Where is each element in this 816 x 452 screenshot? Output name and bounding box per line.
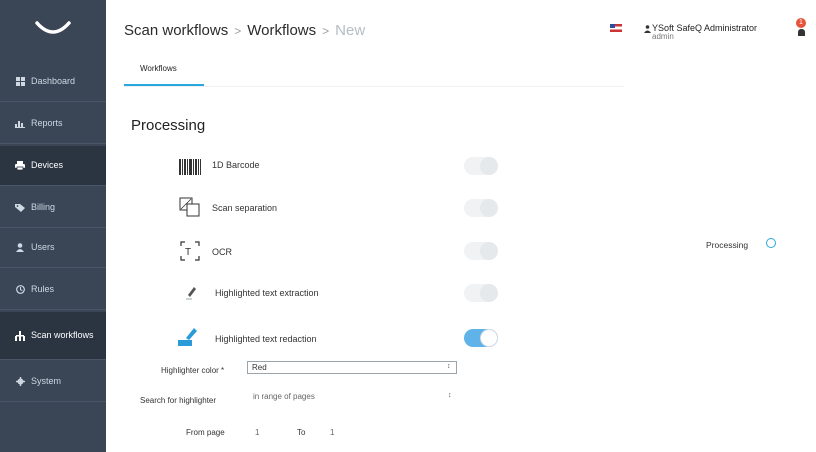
sidebar-item-reports[interactable]: Reports — [0, 104, 106, 144]
to-label: To — [297, 428, 306, 437]
breadcrumb-separator: > — [322, 24, 330, 38]
breadcrumb-workflows[interactable]: Workflows — [247, 22, 316, 39]
highlighter-extraction-icon — [178, 282, 202, 304]
sidebar-item-label: Dashboard — [31, 76, 76, 87]
barcode-icon — [178, 156, 202, 178]
scan-separation-toggle[interactable] — [464, 199, 498, 217]
tab-workflows[interactable]: Workflows — [140, 64, 177, 73]
chart-icon — [14, 119, 26, 128]
toggle-knob — [480, 157, 498, 175]
user-icon — [14, 243, 26, 252]
toggle-knob — [480, 284, 498, 302]
tag-icon — [14, 203, 26, 212]
highlighter-color-label: Highlighter color * — [161, 366, 225, 375]
highlighter-redaction-icon — [176, 326, 200, 348]
breadcrumb-new: New — [335, 22, 366, 39]
select-arrows-icon: ↕ — [447, 363, 451, 370]
sidebar: Dashboard Reports Devices Billing Users … — [0, 0, 106, 452]
tabbar-divider — [124, 86, 624, 87]
active-tab-underline — [124, 84, 204, 86]
clock-icon — [14, 285, 26, 294]
sidebar-item-label: Devices — [31, 160, 64, 171]
sidebar-item-scan-workflows[interactable]: Scan workflows — [0, 312, 106, 360]
sidebar-item-system[interactable]: System — [0, 362, 106, 402]
step-indicator-icon — [766, 238, 776, 248]
processing-row-label: Scan separation — [212, 203, 278, 213]
logo-icon — [35, 21, 71, 34]
section-title: Processing — [131, 117, 206, 134]
svg-text:T: T — [185, 247, 191, 258]
notification-badge: 1 — [796, 18, 806, 28]
breadcrumb-separator: > — [234, 24, 242, 38]
ysoft-logo[interactable] — [0, 0, 106, 62]
sidebar-item-rules[interactable]: Rules — [0, 270, 106, 310]
step-processing[interactable]: Processing — [706, 240, 748, 250]
search-for-highlighter-label: Search for highlighter — [140, 396, 217, 405]
toggle-knob — [480, 199, 498, 217]
highlighted-text-extraction-toggle[interactable] — [464, 284, 498, 302]
language-flag-icon[interactable] — [610, 24, 622, 32]
scan-workflows-icon — [14, 330, 26, 341]
sidebar-item-label: Scan workflows — [31, 330, 94, 341]
dashboard-icon — [14, 77, 26, 86]
breadcrumb: Scan workflows > Workflows > New — [124, 22, 365, 39]
toggle-knob — [480, 329, 498, 347]
breadcrumb-scan-workflows[interactable]: Scan workflows — [124, 22, 228, 39]
sidebar-item-label: Reports — [31, 118, 63, 129]
user-icon — [644, 25, 651, 35]
scan-separation-icon — [178, 196, 202, 218]
sidebar-item-users[interactable]: Users — [0, 228, 106, 268]
processing-row-label: Highlighted text extraction — [215, 288, 319, 298]
printer-icon — [14, 161, 26, 170]
sidebar-item-label: Billing — [31, 202, 56, 213]
notifications-bell-icon[interactable]: 1 — [796, 18, 808, 38]
bell-icon — [798, 29, 805, 36]
toggle-knob — [480, 242, 498, 260]
processing-row-label: Highlighted text redaction — [215, 334, 317, 344]
sidebar-item-dashboard[interactable]: Dashboard — [0, 62, 106, 102]
processing-row-label: 1D Barcode — [212, 160, 260, 170]
ocr-icon: T — [178, 240, 202, 262]
from-page-input[interactable]: 1 — [255, 428, 259, 437]
from-page-label: From page — [186, 428, 225, 437]
user-role: admin — [652, 32, 674, 41]
highlighted-text-redaction-toggle[interactable] — [464, 329, 498, 347]
ocr-toggle[interactable] — [464, 242, 498, 260]
processing-row-label: OCR — [212, 247, 232, 257]
to-page-input[interactable]: 1 — [330, 428, 334, 437]
sidebar-item-label: System — [31, 376, 62, 387]
select-arrows-icon: ↕ — [448, 392, 452, 399]
sidebar-item-devices[interactable]: Devices — [0, 146, 106, 186]
sidebar-item-billing[interactable]: Billing — [0, 188, 106, 228]
sidebar-item-label: Rules — [31, 284, 55, 295]
highlighter-color-select[interactable]: Red — [247, 361, 457, 374]
sidebar-item-label: Users — [31, 242, 55, 253]
gear-icon — [14, 377, 26, 386]
barcode-toggle[interactable] — [464, 157, 498, 175]
search-for-highlighter-select[interactable]: in range of pages — [253, 392, 315, 401]
